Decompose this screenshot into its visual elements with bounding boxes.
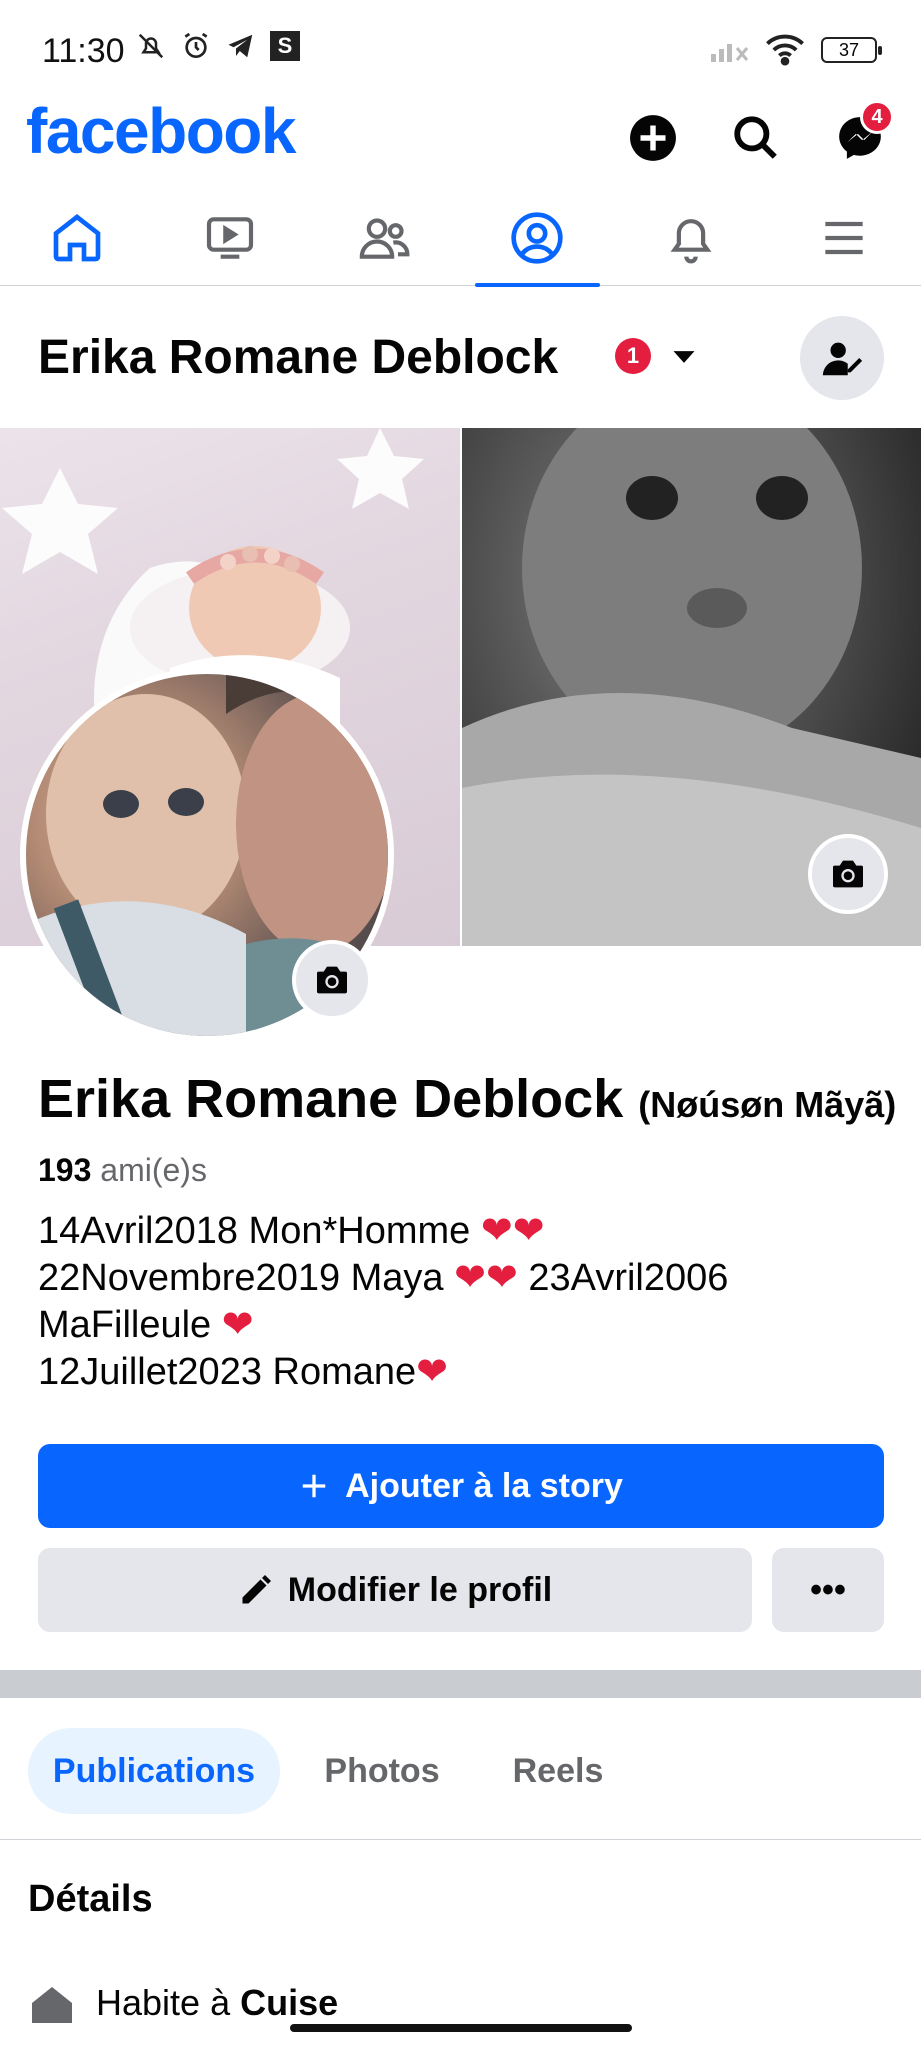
more-options-button[interactable]: ••• xyxy=(772,1548,884,1632)
notification-badge: 1 xyxy=(615,338,651,374)
section-divider xyxy=(0,1670,921,1698)
friends-icon xyxy=(359,217,410,259)
battery-icon: 37 xyxy=(821,37,882,63)
profile-tabs: Publications Photos Reels xyxy=(0,1698,921,1840)
clock: 11:30 xyxy=(42,32,125,70)
profile-alt-name: (Nøúsøn Mãyã) xyxy=(638,1084,897,1125)
app-header: facebook 4 xyxy=(0,95,921,190)
profile-name-text: Erika Romane Deblock xyxy=(38,1069,624,1129)
edit-profile-picture-button[interactable] xyxy=(292,940,372,1020)
tab-photos[interactable]: Photos xyxy=(300,1728,464,1814)
tab-profile[interactable] xyxy=(461,190,615,287)
status-bar: 11:30 S 37 xyxy=(0,0,921,100)
alarm-icon xyxy=(184,32,208,58)
lives-in-prefix: Habite à xyxy=(96,1982,231,2023)
home-indicator[interactable] xyxy=(290,2024,632,2032)
lives-in-row: Habite à Cuise xyxy=(28,1982,338,2024)
s-app-icon: S xyxy=(270,31,300,61)
profile-switcher-name[interactable]: Erika Romane Deblock xyxy=(38,330,558,385)
messenger-button[interactable]: 4 xyxy=(832,100,894,166)
person-edit-icon xyxy=(822,342,863,376)
plus-icon xyxy=(302,1474,326,1498)
wifi-icon xyxy=(766,34,804,66)
home-icon xyxy=(32,1987,72,2023)
bell-off-icon xyxy=(138,33,164,59)
facebook-logo: facebook xyxy=(26,95,296,167)
edit-profile-button[interactable]: Modifier le profil xyxy=(38,1548,752,1632)
camera-icon xyxy=(317,966,347,994)
edit-avatar-button[interactable] xyxy=(800,316,884,400)
search-icon xyxy=(734,116,777,159)
tab-reels[interactable]: Reels xyxy=(484,1728,632,1814)
lives-in-city[interactable]: Cuise xyxy=(240,1982,338,2023)
profile-bio: 14Avril2018 Mon*Homme ❤❤ 22Novembre2019 … xyxy=(38,1208,898,1396)
heart-icon: ❤ xyxy=(221,1304,254,1346)
add-to-story-button[interactable]: Ajouter à la story xyxy=(38,1444,884,1528)
status-icons: S xyxy=(136,30,300,62)
home-icon xyxy=(53,213,101,261)
menu-icon xyxy=(825,221,863,254)
bio-line: 14Avril2018 Mon*Homme ❤❤ xyxy=(38,1210,545,1252)
friends-count[interactable]: 193 ami(e)s xyxy=(38,1152,207,1189)
heart-icon: ❤ xyxy=(416,1351,448,1393)
caret-down-icon[interactable] xyxy=(670,346,698,368)
friends-count-label: ami(e)s xyxy=(100,1152,207,1188)
tab-menu[interactable] xyxy=(768,190,921,285)
bell-icon xyxy=(670,218,712,263)
profile-switcher-bar: Erika Romane Deblock 1 xyxy=(0,290,921,430)
profile-icon xyxy=(511,211,563,264)
bio-line: 12Juillet2023 Romane❤ xyxy=(38,1351,448,1393)
search-button[interactable] xyxy=(728,110,784,166)
tab-video[interactable] xyxy=(154,190,308,285)
tab-home[interactable] xyxy=(0,190,154,285)
signal-icon xyxy=(711,44,749,62)
main-tabs xyxy=(0,190,921,287)
plus-circle-icon xyxy=(630,115,676,161)
video-icon xyxy=(207,216,254,259)
heart-icon: ❤❤ xyxy=(480,1210,545,1252)
camera-icon xyxy=(833,860,863,888)
telegram-icon xyxy=(228,34,253,58)
heart-icon: ❤❤ xyxy=(454,1257,518,1299)
create-button[interactable] xyxy=(625,110,681,166)
profile-name: Erika Romane Deblock (Nøúsøn Mãyã) xyxy=(38,1068,896,1130)
more-icon: ••• xyxy=(810,1570,846,1609)
friends-count-number: 193 xyxy=(38,1152,92,1188)
details-heading: Détails xyxy=(28,1878,153,1920)
tab-friends[interactable] xyxy=(307,190,461,285)
edit-profile-label: Modifier le profil xyxy=(287,1570,553,1609)
add-to-story-label: Ajouter à la story xyxy=(345,1466,623,1505)
bio-line: MaFilleule ❤ xyxy=(38,1304,254,1346)
status-right: 37 xyxy=(709,34,882,66)
messenger-badge: 4 xyxy=(860,100,894,134)
tab-notifications[interactable] xyxy=(614,190,768,285)
tab-publications[interactable]: Publications xyxy=(28,1728,280,1814)
edit-cover-button[interactable] xyxy=(808,834,888,914)
pencil-icon xyxy=(242,1575,271,1604)
bio-line: 22Novembre2019 Maya ❤❤ 23Avril2006 xyxy=(38,1257,729,1299)
